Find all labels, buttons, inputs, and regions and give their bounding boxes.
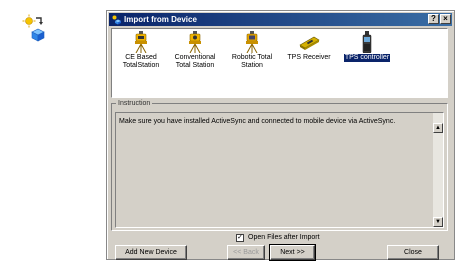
conventional-totalstation-icon xyxy=(189,31,201,53)
robotic-totalstation-icon xyxy=(246,31,258,53)
device-item-tps-receiver[interactable]: TPS Receiver xyxy=(280,31,338,62)
tps-controller-icon xyxy=(362,31,372,53)
device-item-ce-based-totalstation[interactable]: CE Based TotalStation xyxy=(112,31,170,70)
device-label: TPS Receiver xyxy=(287,54,331,61)
instruction-textbox[interactable]: Make sure you have installed ActiveSync … xyxy=(115,112,444,228)
close-button[interactable]: Close xyxy=(387,245,439,260)
back-button[interactable]: << Back xyxy=(227,245,265,260)
title-bar[interactable]: Import from Device ? × xyxy=(109,13,452,26)
device-item-conventional-total-station[interactable]: Conventional Total Station xyxy=(166,31,224,70)
device-item-robotic-total-station[interactable]: Robotic Total Station xyxy=(223,31,281,70)
open-files-checkbox[interactable]: ✓ xyxy=(236,234,244,242)
device-item-tps-controller[interactable]: TPS controller xyxy=(338,31,396,62)
scroll-up-button[interactable]: ▲ xyxy=(433,123,443,133)
tps-receiver-icon xyxy=(299,36,320,50)
close-window-button[interactable]: × xyxy=(440,14,451,24)
instruction-scrollbar[interactable]: ▲ ▼ xyxy=(433,113,443,227)
device-label: TPS controller xyxy=(343,54,391,62)
dialog-title-icon xyxy=(112,15,121,25)
dialog-title: Import from Device xyxy=(124,15,197,24)
ce-totalstation-icon xyxy=(135,31,147,53)
device-list: CE Based TotalStation Conventional Total… xyxy=(111,28,448,98)
device-label: Total Station xyxy=(175,62,215,69)
cube-icon xyxy=(31,28,45,42)
scroll-down-button[interactable]: ▼ xyxy=(433,217,443,227)
device-label: Robotic Total xyxy=(231,54,273,61)
instruction-message: Make sure you have installed ActiveSync … xyxy=(119,118,396,125)
open-files-label[interactable]: Open Files after Import xyxy=(248,233,320,243)
device-label: CE Based xyxy=(125,54,157,61)
device-label: Station xyxy=(241,62,263,69)
import-from-device-dialog: Import from Device ? × CE Based TotalSta… xyxy=(106,10,455,261)
sun-icon xyxy=(22,14,36,28)
next-button[interactable]: Next >> xyxy=(269,244,316,261)
import-device-app-icon[interactable] xyxy=(22,14,50,42)
device-label: TotalStation xyxy=(122,62,160,69)
device-label: Conventional xyxy=(174,54,216,61)
instruction-group: Instruction Make sure you have installed… xyxy=(111,99,448,231)
help-button[interactable]: ? xyxy=(428,14,439,24)
instruction-label: Instruction xyxy=(116,99,153,108)
add-new-device-button[interactable]: Add New Device xyxy=(115,245,187,260)
